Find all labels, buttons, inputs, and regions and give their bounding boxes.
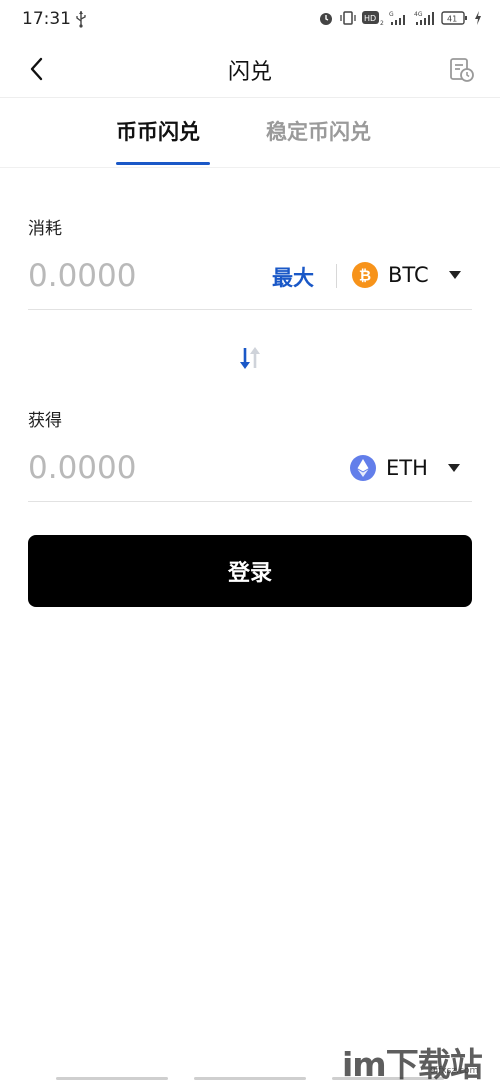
signal-icon-2: 4G bbox=[414, 11, 434, 25]
btc-icon: ₿ bbox=[352, 262, 378, 288]
watermark: im下载站 9ifxsz.com bbox=[338, 1036, 498, 1083]
nav-indicator-center bbox=[194, 1077, 306, 1080]
receive-coin-name: ETH bbox=[386, 456, 428, 480]
login-button[interactable]: 登录 bbox=[28, 535, 472, 607]
receive-label: 获得 bbox=[28, 411, 62, 431]
app-header: 闪兑 bbox=[0, 40, 500, 98]
status-time: 17:31 bbox=[22, 9, 71, 29]
order-history-icon[interactable] bbox=[448, 56, 476, 84]
signal-icon-1: G bbox=[389, 11, 405, 25]
page-title: 闪兑 bbox=[227, 60, 272, 85]
svg-text:G: G bbox=[389, 11, 394, 18]
swap-direction-icon[interactable] bbox=[236, 344, 264, 372]
svg-text:2: 2 bbox=[380, 20, 384, 26]
swap-page: 17:31 HD 2 G 4G 41 闪兑 币币闪兑 稳定币闪兑 消耗 0.00… bbox=[0, 0, 500, 1083]
consume-label: 消耗 bbox=[28, 219, 62, 239]
status-bar: 17:31 HD 2 G 4G 41 bbox=[0, 0, 500, 40]
eth-icon bbox=[350, 455, 376, 481]
btc-icon-symbol: ₿ bbox=[359, 267, 371, 285]
status-icons: HD 2 G 4G 41 bbox=[318, 10, 482, 26]
max-button[interactable]: 最大 bbox=[272, 262, 314, 292]
tab-stablecoin-swap[interactable]: 稳定币闪兑 bbox=[266, 116, 371, 146]
battery-icon: 41 bbox=[441, 11, 467, 25]
chevron-down-icon bbox=[447, 464, 460, 472]
hd-icon: HD 2 bbox=[362, 11, 384, 26]
nav-indicator-left bbox=[56, 1077, 168, 1080]
usb-icon bbox=[76, 11, 86, 28]
tab-coin-swap[interactable]: 币币闪兑 bbox=[116, 116, 200, 146]
active-tab-indicator bbox=[116, 162, 210, 165]
swap-type-tabs: 币币闪兑 稳定币闪兑 bbox=[0, 98, 500, 168]
receive-coin-selector[interactable]: ETH bbox=[350, 455, 460, 481]
receive-amount-input[interactable] bbox=[28, 446, 238, 490]
battery-level: 41 bbox=[447, 15, 457, 24]
alarm-icon bbox=[320, 13, 332, 25]
consume-underline bbox=[28, 309, 472, 310]
consume-amount-input[interactable] bbox=[28, 254, 238, 298]
chevron-down-icon bbox=[448, 271, 461, 279]
svg-text:HD: HD bbox=[364, 14, 376, 23]
consume-coin-name: BTC bbox=[388, 263, 429, 287]
consume-coin-selector[interactable]: ₿ BTC bbox=[352, 262, 461, 288]
charging-icon bbox=[475, 11, 481, 25]
vibrate-icon bbox=[340, 11, 356, 25]
divider bbox=[336, 264, 337, 288]
receive-underline bbox=[28, 501, 472, 502]
watermark-subtext: 9ifxsz.com bbox=[430, 1066, 479, 1076]
watermark-text: im下载站 bbox=[342, 1045, 483, 1083]
network-label: 4G bbox=[414, 11, 423, 18]
